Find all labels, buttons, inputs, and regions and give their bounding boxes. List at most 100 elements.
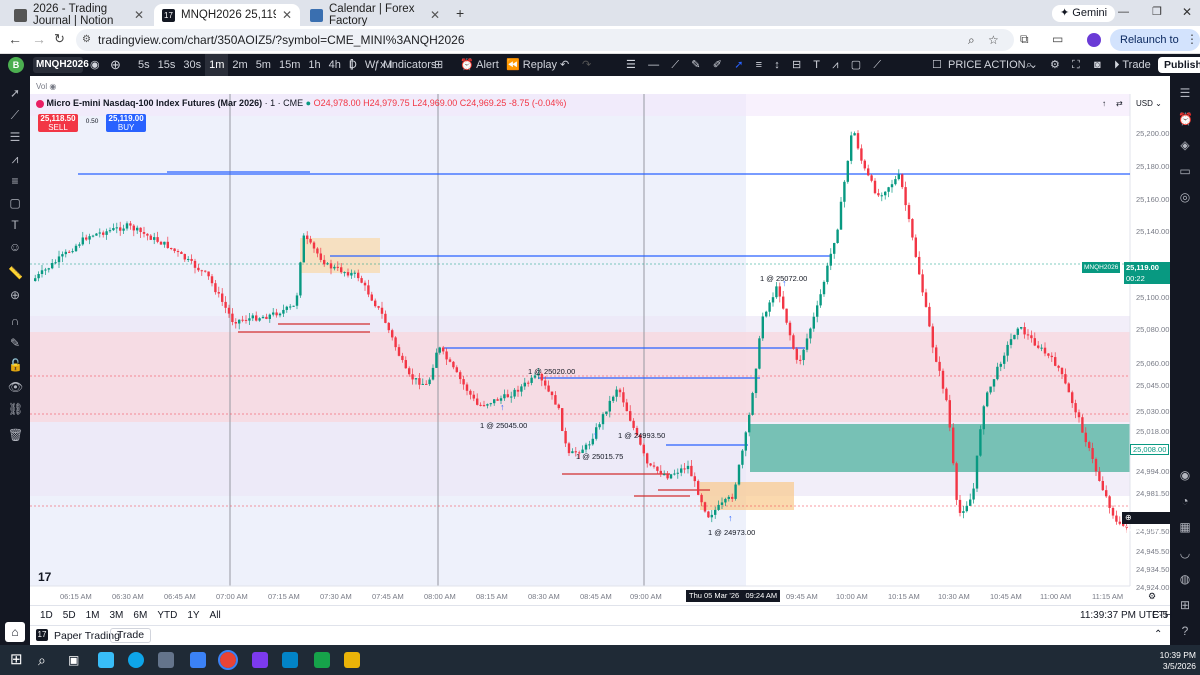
- zoom-icon[interactable]: ⌕: [968, 29, 975, 51]
- trendline-icon[interactable]: ⟋: [8, 108, 22, 122]
- range-5d[interactable]: 5D: [63, 610, 76, 621]
- interval-1m[interactable]: 1m: [205, 54, 229, 76]
- close-window-icon[interactable]: ✕: [1182, 5, 1192, 19]
- system-clock[interactable]: 10:39 PM 3/5/2026: [1156, 650, 1196, 672]
- grid-icon[interactable]: ⊞: [1178, 598, 1192, 612]
- object-tree-icon[interactable]: ⌂: [5, 622, 25, 642]
- rectangle-icon[interactable]: ▢: [851, 59, 861, 71]
- undo-icon[interactable]: ↶: [560, 54, 569, 76]
- notion-app-icon[interactable]: [314, 652, 330, 668]
- watchlist-icon[interactable]: ☰: [1178, 86, 1192, 100]
- help-icon[interactable]: ?: [1178, 624, 1192, 638]
- brush-icon[interactable]: ✐: [713, 59, 722, 71]
- chrome-icon[interactable]: [218, 650, 238, 670]
- rectangle-icon[interactable]: ▢: [8, 196, 22, 210]
- link-icon[interactable]: ⛓: [8, 402, 23, 416]
- maximize-icon[interactable]: ❐: [1152, 5, 1162, 18]
- tab-tradingview[interactable]: 17 MNQH2026 25,119.00 ▲ +0.28 ✕: [154, 4, 300, 26]
- reload-icon[interactable]: ↻: [54, 31, 65, 47]
- text-icon[interactable]: T: [8, 218, 22, 232]
- edge-icon[interactable]: [128, 652, 144, 668]
- close-icon[interactable]: ✕: [134, 8, 144, 22]
- interval-5s[interactable]: 5s: [134, 54, 154, 76]
- mail-icon[interactable]: [190, 652, 206, 668]
- volume-toggle[interactable]: Vol ◉: [36, 82, 56, 91]
- profile-avatar[interactable]: [1087, 33, 1101, 47]
- measure-icon[interactable]: ↕: [774, 59, 780, 71]
- scroll-up-icon[interactable]: ↑: [1102, 99, 1106, 108]
- settings-gear-icon[interactable]: ⚙: [1050, 54, 1060, 76]
- extensions-icon[interactable]: ⧉: [1020, 32, 1029, 47]
- ray-icon[interactable]: —: [648, 59, 659, 71]
- auto-scale-icon[interactable]: ⇄: [1116, 99, 1123, 108]
- file-explorer-icon[interactable]: [344, 652, 360, 668]
- lightbulb-icon[interactable]: ◔: [1178, 494, 1192, 508]
- url-field[interactable]: ⚙ tradingview.com/chart/350AOIZ5/?symbol…: [76, 29, 1014, 51]
- price-action-button[interactable]: ☐ PRICE ACTION ⌄: [932, 54, 1038, 76]
- trash-icon[interactable]: 🗑: [8, 428, 23, 442]
- target-icon[interactable]: ◉: [1178, 468, 1192, 482]
- trade-button[interactable]: ⏵ Trade: [1114, 54, 1151, 76]
- indicators-button[interactable]: ƒx Indicators: [374, 54, 436, 76]
- range-1d[interactable]: 1D: [40, 610, 53, 621]
- windows-start-icon[interactable]: ⊞: [10, 652, 26, 668]
- cursor-icon[interactable]: ➚: [8, 86, 22, 100]
- close-icon[interactable]: ✕: [430, 8, 440, 22]
- interval-15s[interactable]: 15s: [154, 54, 180, 76]
- task-view-icon[interactable]: ▣: [68, 652, 84, 668]
- chart-pane[interactable]: ↑ ↑ ↑ ↑ Vol ◉ Micro E-mini Nasdaq-100 Index…: [30, 76, 1170, 605]
- interval-15m[interactable]: 15m: [275, 54, 304, 76]
- add-symbol-icon[interactable]: ⊕: [110, 54, 121, 76]
- new-tab-icon[interactable]: +: [456, 5, 464, 21]
- ideas-icon[interactable]: ◎: [1178, 190, 1192, 204]
- chart-type-icon[interactable]: ⫿: [350, 54, 354, 76]
- fullscreen-icon[interactable]: ⛶: [1072, 54, 1080, 76]
- menu-dots-icon[interactable]: ⋮: [1186, 32, 1198, 46]
- cursor-icon[interactable]: ➚: [734, 59, 743, 71]
- podcast-icon[interactable]: ◍: [1178, 572, 1192, 586]
- path-icon[interactable]: ⟋: [873, 59, 881, 71]
- signal-icon[interactable]: ◡: [1178, 546, 1192, 560]
- eye-icon[interactable]: 👁: [8, 380, 23, 394]
- pencil-icon[interactable]: ✎: [691, 59, 700, 71]
- trendline-icon[interactable]: ⟋: [671, 59, 679, 71]
- interval-2m[interactable]: 2m: [228, 54, 251, 76]
- minimize-icon[interactable]: —: [1118, 6, 1129, 18]
- range-1y[interactable]: 1Y: [187, 610, 199, 621]
- forward-icon[interactable]: →: [32, 31, 46, 47]
- range-all[interactable]: All: [210, 610, 221, 621]
- redo-icon[interactable]: ↷: [582, 54, 591, 76]
- tradingview-logo[interactable]: 17: [38, 570, 51, 584]
- bookmark-star-icon[interactable]: ☆: [988, 29, 999, 51]
- search-icon[interactable]: ⌕: [1026, 54, 1032, 76]
- horizontal-line-icon[interactable]: ☰: [626, 59, 636, 71]
- chat-icon[interactable]: ▭: [1178, 164, 1192, 178]
- store-icon[interactable]: [158, 652, 174, 668]
- horizontal-lines-icon[interactable]: ☰: [8, 130, 22, 144]
- text-icon[interactable]: T: [813, 59, 820, 71]
- gemini-button[interactable]: ✦ Gemini: [1052, 5, 1116, 22]
- site-info-icon[interactable]: ⚙: [82, 29, 91, 51]
- copilot-icon[interactable]: [98, 652, 114, 668]
- range-6m[interactable]: 6M: [133, 610, 147, 621]
- sell-button[interactable]: 25,118.50 SELL: [38, 114, 78, 132]
- replay-button[interactable]: ⏪ Replay: [506, 54, 557, 76]
- range-1m[interactable]: 1M: [86, 610, 100, 621]
- cast-icon[interactable]: ▭: [1052, 32, 1063, 46]
- magnet-icon[interactable]: ∩: [8, 314, 22, 328]
- fib-icon[interactable]: ≡: [8, 174, 22, 188]
- symbol-search[interactable]: MNQH2026: [33, 57, 89, 73]
- search-icon[interactable]: ⌕: [38, 652, 54, 668]
- app-icon[interactable]: [282, 652, 298, 668]
- teams-icon[interactable]: [252, 652, 268, 668]
- tab-forexfactory[interactable]: Calendar | Forex Factory ✕: [302, 3, 448, 27]
- buy-button[interactable]: 25,119.00 BUY: [106, 114, 147, 132]
- trade-tab[interactable]: Trade: [110, 628, 152, 643]
- time-axis-settings-icon[interactable]: ⚙: [1148, 591, 1156, 602]
- range-ytd[interactable]: YTD: [157, 610, 177, 621]
- layouts-icon[interactable]: ⊞: [434, 54, 443, 76]
- session-label[interactable]: ETH: [1152, 610, 1172, 621]
- alerts-clock-icon[interactable]: ⏰: [1178, 112, 1193, 126]
- currency-selector[interactable]: USD ⌄: [1136, 99, 1162, 108]
- range-3m[interactable]: 3M: [110, 610, 124, 621]
